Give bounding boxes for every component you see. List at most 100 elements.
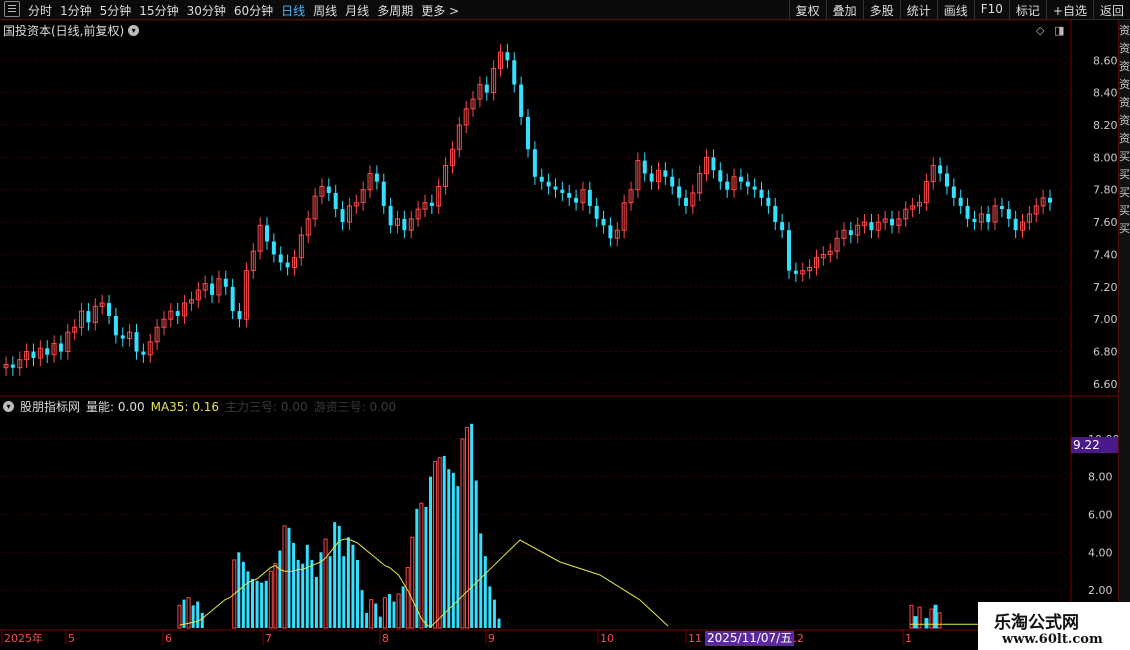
candle-body (752, 186, 757, 190)
volume-bar (470, 423, 474, 628)
candle-body (580, 189, 586, 204)
volume-bar (264, 580, 268, 628)
period-tab[interactable]: 5分钟 (100, 2, 132, 19)
candle-body (45, 348, 50, 355)
candle-body (210, 283, 215, 295)
candle-body (848, 230, 853, 236)
volume-bar (177, 604, 182, 629)
candle-body (807, 266, 813, 272)
candle-body (1040, 197, 1046, 207)
candle-body (484, 84, 489, 93)
period-tabs: 分时 1分钟 5分钟 15分钟 30分钟 60分钟 日线 周线 月线 多周期 更多 > (28, 2, 467, 19)
price-tick-label: 6.80 (1093, 346, 1118, 359)
menu-icon[interactable] (4, 1, 20, 17)
volume-bar (282, 525, 287, 629)
candle-body (195, 289, 201, 301)
tool-button[interactable]: F10 (973, 0, 1009, 19)
candle-body (237, 311, 242, 320)
panel-controls: ◇ ◨ (1036, 24, 1064, 37)
candle-body (31, 351, 36, 359)
tool-button[interactable]: 叠加 (825, 0, 863, 19)
period-tab[interactable]: 30分钟 (187, 2, 226, 19)
candle-body (265, 225, 269, 242)
candle-body (813, 257, 819, 268)
period-tab[interactable]: 多周期 (377, 2, 413, 19)
period-tab[interactable]: 1分钟 (60, 2, 92, 19)
period-tab[interactable]: 分时 (28, 2, 52, 19)
indicator-tick-label: 8.00 (1088, 471, 1113, 484)
candle-body (800, 270, 806, 275)
tool-button[interactable]: 标记 (1008, 0, 1046, 19)
volume-bar (191, 605, 195, 628)
volume-bar (365, 612, 369, 628)
candle-body (10, 364, 15, 368)
volume-bar (273, 563, 278, 629)
candle-body (663, 170, 668, 177)
volume-bar (342, 556, 346, 628)
volume-bar (382, 597, 387, 629)
candle-body (745, 181, 750, 187)
period-tab[interactable]: 日线 (281, 2, 305, 19)
candle-body (37, 347, 43, 359)
x-axis-label: 10 (600, 632, 614, 645)
stock-title: 国投资本(日线,前复权) (3, 24, 125, 38)
candle-body (456, 124, 462, 150)
candle-body (855, 224, 861, 236)
candle-body (51, 342, 57, 356)
tool-button[interactable]: 统计 (899, 0, 937, 19)
candle-body (243, 270, 249, 320)
tool-button[interactable]: 复权 (788, 0, 826, 19)
candle-body (601, 218, 606, 226)
x-axis-label: 9 (488, 632, 495, 645)
chevron-down-icon[interactable]: ▾ (3, 401, 14, 412)
candle-body (326, 186, 331, 193)
period-tab[interactable]: 60分钟 (234, 2, 273, 19)
price-tick-label: 7.60 (1093, 216, 1118, 229)
candle-body (608, 225, 613, 239)
chevron-down-icon[interactable]: ▾ (128, 25, 140, 36)
price-tick-label: 7.80 (1093, 184, 1118, 197)
volume-bar (260, 582, 264, 628)
volume-bar (251, 578, 254, 628)
candle-body (614, 229, 620, 239)
tool-button[interactable]: 返回 (1092, 0, 1130, 19)
candle-body (1006, 209, 1011, 219)
diamond-icon[interactable]: ◇ (1036, 24, 1044, 37)
candle-body (141, 351, 146, 355)
tool-button[interactable]: 画线 (936, 0, 974, 19)
candle-body (127, 331, 133, 340)
candle-body (505, 52, 510, 61)
period-tab[interactable]: 周线 (313, 2, 337, 19)
volume-bar (419, 502, 424, 629)
volume-bar (488, 586, 492, 628)
candle-body (670, 176, 675, 187)
watermark-title: 乐淘公式网 (994, 613, 1079, 633)
candle-body (560, 189, 565, 193)
cursor-date-tag: 2025/11/07/五 (705, 631, 795, 646)
candle-body (930, 164, 936, 183)
volume-bar (328, 556, 332, 628)
period-tab[interactable]: 月线 (345, 2, 369, 19)
candle-body (910, 205, 916, 210)
candle-body (827, 250, 833, 255)
candle-body (3, 363, 9, 369)
candle-body (780, 222, 785, 231)
volume-bar (442, 455, 446, 628)
period-tab[interactable]: 更多 > (421, 2, 459, 19)
volume-bar (360, 590, 364, 628)
candle-body (285, 262, 290, 268)
candle-body (553, 186, 558, 190)
candle-body (677, 186, 682, 198)
candle-body (621, 202, 627, 231)
price-tick-label: 6.60 (1093, 378, 1118, 391)
square-icon[interactable]: ◨ (1054, 24, 1064, 37)
candle-body (642, 160, 647, 174)
volume-bar (424, 506, 428, 628)
volume-bar (186, 597, 191, 629)
candle-body (154, 326, 160, 343)
tool-button[interactable]: 多股 (862, 0, 900, 19)
period-tab[interactable]: 15分钟 (139, 2, 178, 19)
candle-body (202, 283, 208, 291)
tool-button[interactable]: +自选 (1045, 0, 1093, 19)
candle-body (683, 197, 688, 206)
